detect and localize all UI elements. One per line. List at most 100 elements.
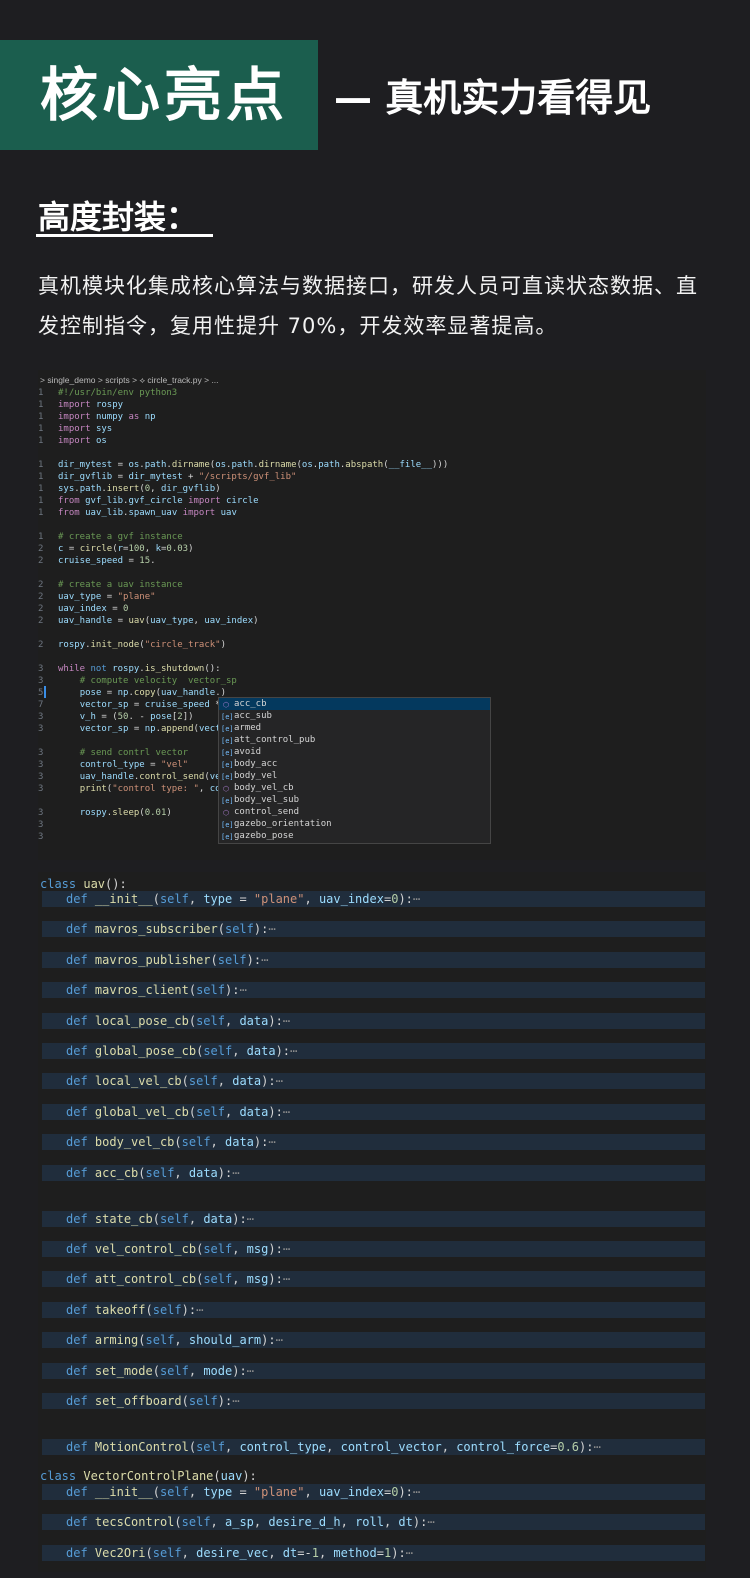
suggestion-label: acc_cb [234, 699, 267, 709]
code-line: 3 print("control type: ", co [38, 784, 221, 794]
line-number: 2 [38, 544, 44, 554]
code-line: 3 [38, 819, 58, 831]
fold-ellipsis-icon[interactable]: ⋯ [268, 1135, 275, 1149]
suggestion-item[interactable]: [e]body_vel_sub [219, 794, 490, 806]
fold-ellipsis-icon[interactable]: ⋯ [283, 1105, 290, 1119]
code-line: 1 from gvf_lib.gvf_circle import circle [38, 496, 259, 506]
suggestion-label: control_send [234, 807, 300, 817]
fold-ellipsis-icon[interactable]: ⋯ [196, 1303, 203, 1317]
suggestion-label: body_acc [234, 759, 278, 769]
method-row[interactable]: def local_vel_cb(self, data):⋯ [42, 1073, 705, 1089]
method-row[interactable]: def vel_control_cb(self, msg):⋯ [42, 1241, 705, 1257]
code-line: 1 from uav_lib.spawn_uav import uav [38, 508, 237, 518]
suggestion-item[interactable]: [e]avoid [219, 746, 490, 758]
method-row[interactable]: def __init__(self, type = "plane", uav_i… [42, 891, 705, 907]
method-row[interactable]: def acc_cb(self, data):⋯ [42, 1165, 705, 1181]
code-outline-screenshot: class uav(): def __init__(self, type = "p… [38, 872, 706, 1572]
suggestion-item[interactable]: [e]acc_sub [219, 710, 490, 722]
fold-ellipsis-icon[interactable]: ⋯ [594, 1440, 601, 1454]
fold-ellipsis-icon[interactable]: ⋯ [283, 1242, 290, 1256]
line-number: 3 [38, 772, 44, 782]
line-number: 1 [38, 436, 44, 446]
class-declaration: class uav(): [40, 877, 127, 891]
method-row[interactable]: def MotionControl(self, control_type, co… [42, 1439, 705, 1455]
code-line: 3 vector_sp = np.append(vect [38, 724, 221, 734]
line-number: 3 [38, 760, 44, 770]
code-line: 2c = circle(r=100, k=0.03) [38, 544, 194, 554]
suggestion-label: armed [234, 723, 262, 733]
suggestion-item[interactable]: [e]body_vel [219, 770, 490, 782]
code-line: 2 # create a uav instance [38, 580, 183, 590]
method-row[interactable]: def state_cb(self, data):⋯ [42, 1211, 705, 1227]
field-icon: [e] [221, 737, 234, 745]
code-line: 1 import os [38, 436, 107, 446]
suggestion-item[interactable]: ⬡ body_vel_cb [219, 782, 490, 794]
suggestion-label: body_vel [234, 771, 278, 781]
field-icon: [e] [221, 761, 234, 769]
fold-ellipsis-icon[interactable]: ⋯ [427, 1515, 434, 1529]
method-row[interactable]: def body_vel_cb(self, data):⋯ [42, 1134, 705, 1150]
fold-ellipsis-icon[interactable]: ⋯ [268, 922, 275, 936]
method-row[interactable]: def __init__(self, type = "plane", uav_i… [42, 1484, 705, 1500]
suggestion-item[interactable]: ⬡ acc_cb [219, 698, 490, 710]
fold-ellipsis-icon[interactable]: ⋯ [276, 1074, 283, 1088]
class-declaration: class VectorControlPlane(uav): [40, 1469, 257, 1483]
line-number: 1 [38, 460, 44, 470]
fold-ellipsis-icon[interactable]: ⋯ [247, 1212, 254, 1226]
method-row[interactable]: def local_pose_cb(self, data):⋯ [42, 1013, 705, 1029]
method-row[interactable]: def mavros_publisher(self):⋯ [42, 952, 705, 968]
fold-ellipsis-icon[interactable]: ⋯ [413, 1485, 420, 1499]
line-cursor [44, 686, 46, 698]
method-row[interactable]: def tecsControl(self, a_sp, desire_d_h, … [42, 1514, 705, 1530]
line-number: 2 [38, 592, 44, 602]
suggestion-item[interactable]: [e]att_control_pub [219, 734, 490, 746]
method-icon: ⬡ [222, 701, 230, 709]
method-row[interactable]: def takeoff(self):⋯ [42, 1302, 705, 1318]
fold-ellipsis-icon[interactable]: ⋯ [283, 1272, 290, 1286]
line-number: 3 [38, 664, 44, 674]
fold-ellipsis-icon[interactable]: ⋯ [239, 983, 246, 997]
method-row[interactable]: def Vec2Ori(self, desire_vec, dt=-1, met… [42, 1545, 705, 1561]
code-line: 5 pose = np.copy(uav_handle.) [38, 688, 227, 698]
fold-ellipsis-icon[interactable]: ⋯ [406, 1546, 413, 1560]
fold-ellipsis-icon[interactable]: ⋯ [283, 1014, 290, 1028]
method-row[interactable]: def set_mode(self, mode):⋯ [42, 1363, 705, 1379]
fold-ellipsis-icon[interactable]: ⋯ [261, 953, 268, 967]
method-row[interactable]: def mavros_client(self):⋯ [42, 982, 705, 998]
suggestion-label: gazebo_orientation [234, 819, 332, 829]
method-row[interactable]: def set_offboard(self):⋯ [42, 1393, 705, 1409]
fold-ellipsis-icon[interactable]: ⋯ [247, 1364, 254, 1378]
fold-ellipsis-icon[interactable]: ⋯ [232, 1166, 239, 1180]
code-line: 2 rospy.init_node("circle_track") [38, 640, 226, 650]
method-row[interactable]: def mavros_subscriber(self):⋯ [42, 921, 705, 937]
section-underline [36, 234, 213, 237]
line-number: 3 [38, 832, 44, 842]
suggestion-item[interactable]: ⬡ control_send [219, 806, 490, 818]
code-line: 2 cruise_speed = 15. [38, 556, 156, 566]
fold-ellipsis-icon[interactable]: ⋯ [232, 1394, 239, 1408]
fold-ellipsis-icon[interactable]: ⋯ [290, 1044, 297, 1058]
code-line: 1 # create a gvf instance [38, 532, 183, 542]
method-row[interactable]: def att_control_cb(self, msg):⋯ [42, 1271, 705, 1287]
fold-ellipsis-icon[interactable]: ⋯ [413, 892, 420, 906]
line-number: 3 [38, 808, 44, 818]
fold-ellipsis-icon[interactable]: ⋯ [276, 1333, 283, 1347]
method-icon: ⬡ [222, 809, 230, 817]
method-row[interactable]: def global_vel_cb(self, data):⋯ [42, 1104, 705, 1120]
method-row[interactable]: def arming(self, should_arm):⋯ [42, 1332, 705, 1348]
suggestion-item[interactable]: [e]armed [219, 722, 490, 734]
field-icon: [e] [221, 833, 234, 841]
method-row[interactable]: def global_pose_cb(self, data):⋯ [42, 1043, 705, 1059]
field-icon: [e] [221, 821, 234, 829]
line-number: 2 [38, 556, 44, 566]
suggestion-item[interactable]: [e]gazebo_orientation [219, 818, 490, 830]
suggestion-item[interactable]: [e]gazebo_pose [219, 830, 490, 842]
line-number: 1 [38, 400, 44, 410]
line-number: 2 [38, 616, 44, 626]
code-line: 1 #!/usr/bin/env python3 [38, 388, 178, 398]
suggestion-item[interactable]: [e]body_acc [219, 758, 490, 770]
